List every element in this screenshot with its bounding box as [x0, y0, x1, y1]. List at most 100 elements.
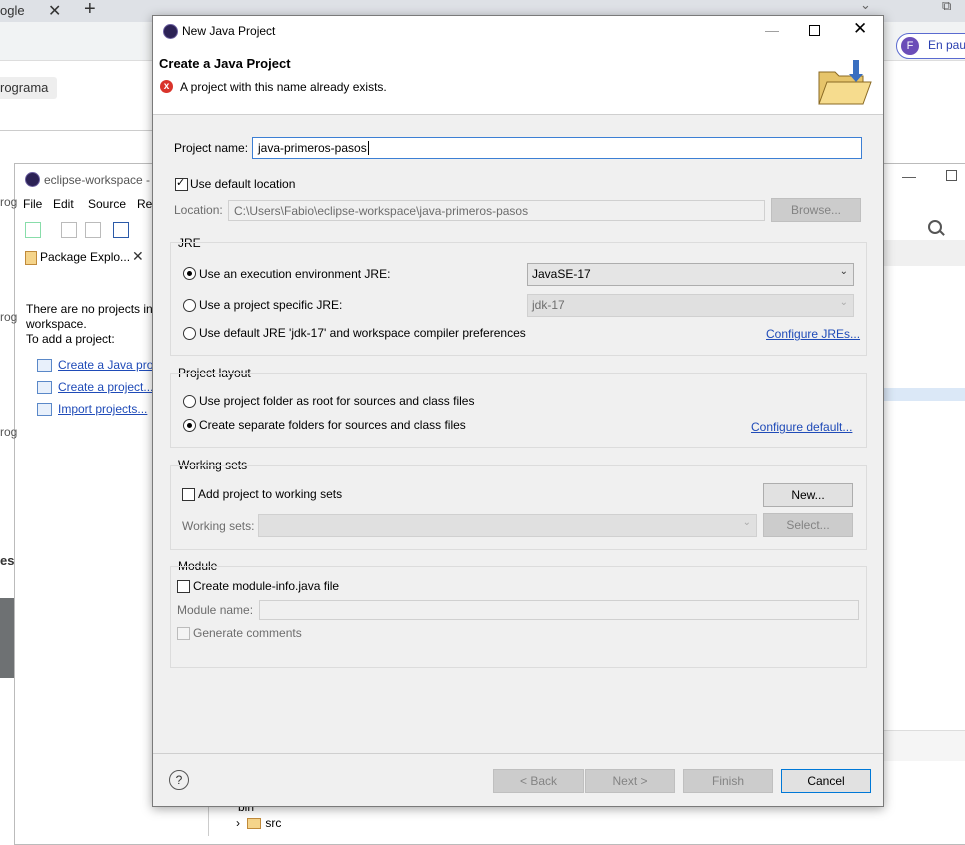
- jre-default-radio[interactable]: [183, 327, 196, 340]
- close-icon[interactable]: ✕: [132, 248, 144, 265]
- configure-jres-link[interactable]: Configure JREs...: [766, 327, 860, 341]
- empty-message: workspace.: [26, 317, 87, 331]
- tree-item-src[interactable]: › src: [236, 816, 281, 830]
- selected-row: [884, 388, 965, 401]
- generate-comments-label[interactable]: Generate comments: [193, 626, 302, 640]
- tree-item-label: src: [265, 816, 282, 830]
- editor-tab-band: [884, 240, 965, 266]
- execution-env-select[interactable]: JavaSE-17 ⌄: [527, 263, 854, 286]
- use-default-location-label[interactable]: Use default location: [190, 177, 295, 191]
- console-icon[interactable]: [113, 222, 129, 238]
- jre-project-specific-label[interactable]: Use a project specific JRE:: [199, 298, 342, 312]
- page-chip[interactable]: rograma: [0, 77, 57, 99]
- avatar: F: [901, 37, 919, 55]
- background-fragment: rog: [0, 425, 18, 439]
- save-icon[interactable]: [61, 222, 77, 238]
- empty-message: To add a project:: [26, 332, 115, 346]
- import-icon: [37, 403, 52, 416]
- create-project-link[interactable]: Create a project...: [58, 380, 153, 394]
- cancel-button[interactable]: Cancel: [781, 769, 871, 793]
- save-all-icon[interactable]: [85, 222, 101, 238]
- package-explorer-icon: [25, 251, 37, 265]
- menu-source[interactable]: Source: [88, 197, 126, 211]
- use-default-location-checkbox[interactable]: ✓: [175, 177, 188, 191]
- help-icon[interactable]: ?: [169, 770, 189, 790]
- execution-env-value: JavaSE-17: [532, 267, 591, 281]
- jre-project-specific-radio[interactable]: [183, 299, 196, 312]
- project-name-input[interactable]: java-primeros-pasos: [252, 137, 862, 159]
- eclipse-logo-icon: [25, 172, 40, 187]
- working-sets-label: Working sets:: [182, 519, 255, 533]
- generate-comments-checkbox[interactable]: [177, 627, 190, 640]
- minimize-icon[interactable]: —: [902, 168, 916, 184]
- background-fragment: es: [0, 553, 15, 568]
- jre-default-label[interactable]: Use default JRE 'jdk-17' and workspace c…: [199, 326, 526, 340]
- location-label: Location:: [174, 203, 223, 217]
- import-projects-link[interactable]: Import projects...: [58, 402, 147, 416]
- location-input[interactable]: C:\Users\Fabio\eclipse-workspace\java-pr…: [228, 200, 765, 221]
- jre-execution-env-label[interactable]: Use an execution environment JRE:: [199, 267, 390, 281]
- next-button[interactable]: Next >: [585, 769, 675, 793]
- close-icon[interactable]: ✕: [853, 19, 867, 39]
- new-working-set-button[interactable]: New...: [763, 483, 853, 507]
- restore-icon[interactable]: ⧉: [942, 0, 951, 14]
- error-message: A project with this name already exists.: [180, 80, 387, 94]
- chevron-down-icon: ⌄: [742, 517, 751, 528]
- module-name-label: Module name:: [177, 603, 254, 617]
- close-icon[interactable]: ✕: [48, 1, 61, 21]
- package-explorer-label: Package Explo...: [40, 250, 131, 264]
- project-tree: [208, 806, 889, 836]
- browser-tab-title[interactable]: ogle: [0, 3, 25, 18]
- profile-label: En pau: [928, 38, 965, 52]
- radio-selected-dot: [187, 423, 192, 428]
- create-module-info-label[interactable]: Create module-info.java file: [193, 579, 339, 593]
- menu-file[interactable]: File: [23, 197, 42, 211]
- chevron-down-icon: ⌄: [839, 297, 848, 308]
- layout-separate-label[interactable]: Create separate folders for sources and …: [199, 418, 466, 432]
- finish-button[interactable]: Finish: [683, 769, 773, 793]
- plus-icon[interactable]: +: [84, 0, 96, 21]
- menu-edit[interactable]: Edit: [53, 197, 74, 211]
- dialog-title: New Java Project: [182, 24, 276, 38]
- divider: [0, 130, 153, 131]
- minimize-icon[interactable]: —: [765, 22, 779, 38]
- select-working-set-button[interactable]: Select...: [763, 513, 853, 537]
- working-sets-select[interactable]: ⌄: [258, 514, 757, 537]
- browse-button[interactable]: Browse...: [771, 198, 861, 222]
- new-java-project-icon: [37, 359, 52, 372]
- add-to-working-sets-label[interactable]: Add project to working sets: [198, 487, 342, 501]
- folder-icon: [818, 60, 872, 105]
- background-fragment: rog: [0, 195, 18, 209]
- add-to-working-sets-checkbox[interactable]: [182, 488, 195, 501]
- new-icon[interactable]: [25, 222, 41, 238]
- chevron-down-icon: ⌄: [839, 266, 848, 277]
- project-layout-group: [170, 373, 867, 448]
- view-toolbar: [884, 730, 965, 761]
- create-java-project-link[interactable]: Create a Java proje: [58, 358, 163, 372]
- layout-separate-radio[interactable]: [183, 419, 196, 432]
- jre-execution-env-radio[interactable]: [183, 267, 196, 280]
- project-name-label: Project name:: [174, 141, 249, 155]
- empty-message: There are no projects in y: [26, 302, 163, 316]
- maximize-icon[interactable]: [946, 170, 957, 181]
- radio-selected-dot: [187, 271, 192, 276]
- checkmark-icon: ✓: [176, 177, 186, 189]
- location-value: C:\Users\Fabio\eclipse-workspace\java-pr…: [234, 204, 529, 218]
- project-jre-select[interactable]: jdk-17 ⌄: [527, 294, 854, 317]
- background-fragment: rog: [0, 310, 18, 324]
- maximize-icon[interactable]: [809, 25, 820, 36]
- new-project-icon: [37, 381, 52, 394]
- create-module-info-checkbox[interactable]: [177, 580, 190, 593]
- configure-default-link[interactable]: Configure default...: [751, 420, 852, 434]
- folder-icon: [247, 818, 262, 830]
- back-button[interactable]: < Back: [493, 769, 584, 793]
- page-chip-label: rograma: [0, 80, 49, 95]
- chevron-down-icon[interactable]: ⌄: [860, 0, 871, 13]
- project-jre-value: jdk-17: [532, 298, 565, 312]
- background-panel: [0, 598, 14, 678]
- module-name-input[interactable]: [259, 600, 859, 620]
- page-title: Create a Java Project: [159, 56, 291, 71]
- profile-button[interactable]: F En pau: [896, 33, 965, 59]
- layout-root-radio[interactable]: [183, 395, 196, 408]
- layout-root-label[interactable]: Use project folder as root for sources a…: [199, 394, 474, 408]
